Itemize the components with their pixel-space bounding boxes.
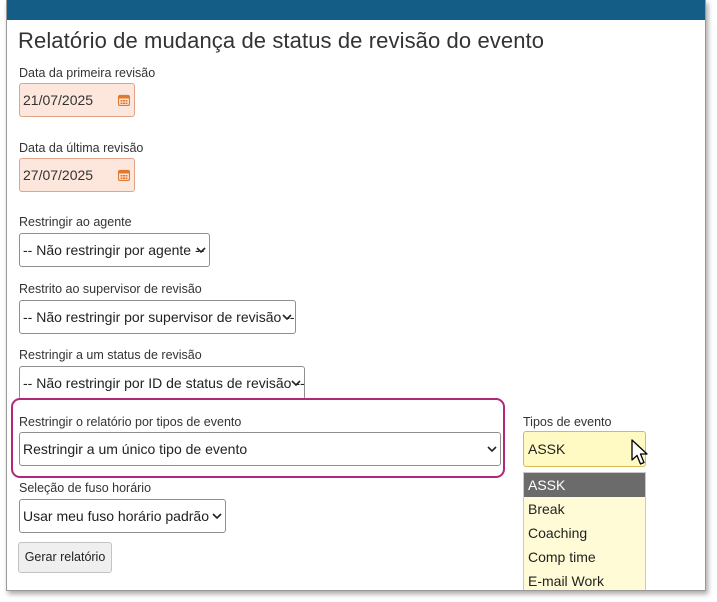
timezone-label: Seleção de fuso horário [19, 481, 152, 495]
calendar-icon[interactable] [118, 169, 130, 181]
timezone-select[interactable]: Usar meu fuso horário padrão [19, 499, 226, 533]
report-window: Relatório de mudança de status de revisã… [6, 0, 706, 591]
event-type-option[interactable]: Coaching [524, 521, 645, 545]
agent-select[interactable]: -- Não restringir por agente -- [19, 233, 210, 267]
page-title: Relatório de mudança de status de revisã… [18, 28, 545, 53]
event-types-listbox[interactable]: ASSK Break Coaching Comp time E-mail Wor… [523, 472, 646, 590]
event-types-select-value: ASSK [528, 441, 566, 457]
event-types-label: Tipos de evento [523, 415, 612, 429]
agent-select-value: -- Não restringir por agente -- [23, 242, 205, 258]
chevron-down-icon [282, 314, 292, 321]
chevron-down-icon [487, 446, 497, 453]
last-review-date-input[interactable]: 27/07/2025 [19, 158, 135, 192]
event-type-option[interactable]: E-mail Work [524, 569, 645, 590]
chevron-down-icon [291, 380, 301, 387]
event-types-restriction-select[interactable]: Restringir a um único tipo de evento [19, 432, 501, 466]
first-review-date-label: Data da primeira revisão [19, 66, 156, 80]
calendar-icon[interactable] [118, 94, 130, 106]
event-type-option[interactable]: ASSK [524, 473, 645, 497]
supervisor-label: Restrito ao supervisor de revisão [19, 282, 202, 296]
supervisor-select-value: -- Não restringir por supervisor de revi… [23, 309, 295, 325]
first-review-date-value: 21/07/2025 [23, 92, 94, 108]
timezone-select-value: Usar meu fuso horário padrão [23, 508, 209, 524]
supervisor-select[interactable]: -- Não restringir por supervisor de revi… [19, 300, 296, 334]
chevron-down-icon [212, 513, 222, 520]
review-status-select-value: -- Não restringir por ID de status de re… [23, 375, 305, 391]
event-types-restriction-label: Restringir o relatório por tipos de even… [19, 415, 242, 429]
generate-report-button[interactable]: Gerar relatório [18, 542, 112, 573]
top-bar [7, 0, 705, 20]
event-type-option[interactable]: Comp time [524, 545, 645, 569]
review-status-label: Restringir a um status de revisão [19, 348, 202, 362]
event-types-restriction-value: Restringir a um único tipo de evento [23, 441, 248, 457]
last-review-date-value: 27/07/2025 [23, 167, 94, 183]
event-type-option[interactable]: Break [524, 497, 645, 521]
event-types-select[interactable]: ASSK [523, 431, 646, 467]
chevron-down-icon [196, 247, 206, 254]
agent-label: Restringir ao agente [19, 215, 132, 229]
first-review-date-input[interactable]: 21/07/2025 [19, 83, 135, 117]
review-status-select[interactable]: -- Não restringir por ID de status de re… [19, 366, 305, 400]
mouse-cursor-icon [631, 439, 648, 465]
last-review-date-label: Data da última revisão [19, 141, 144, 155]
